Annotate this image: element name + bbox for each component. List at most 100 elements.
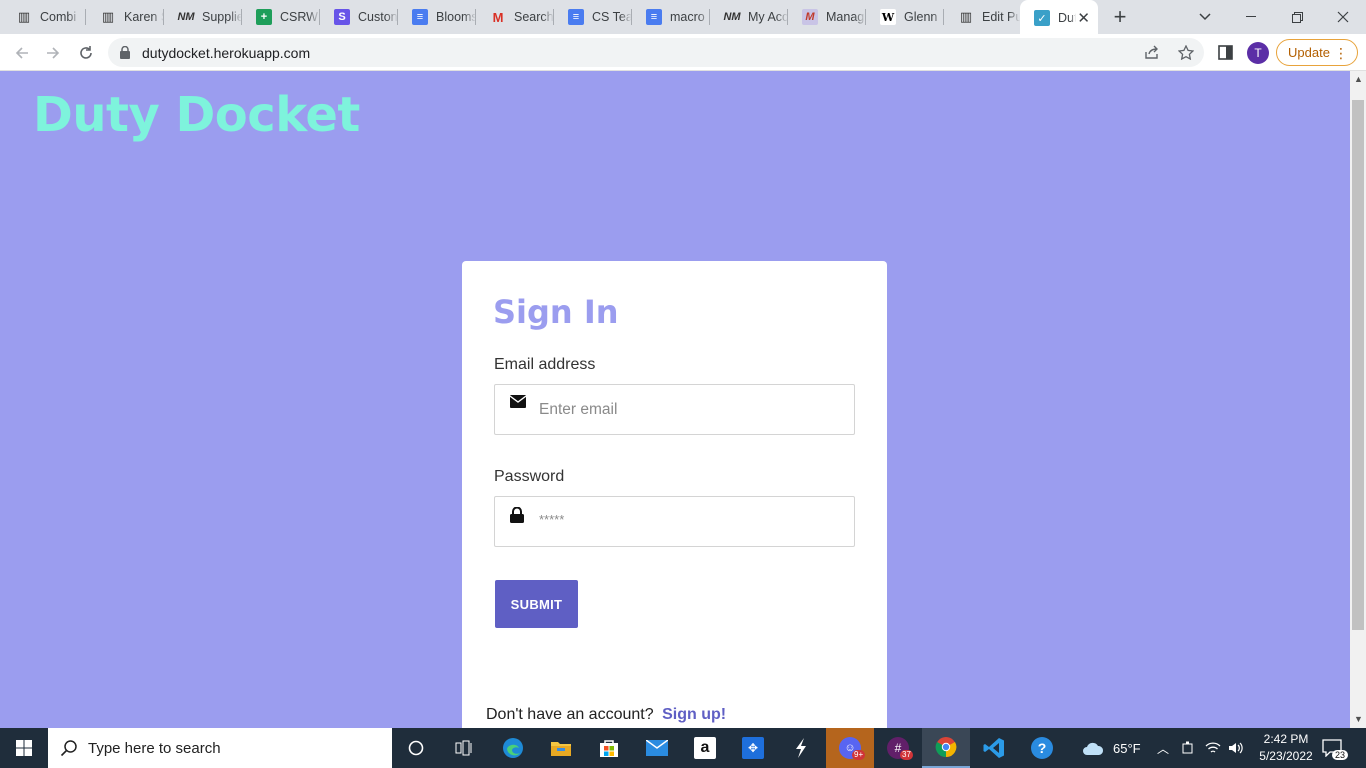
scroll-up-icon[interactable]: ▲: [1354, 74, 1363, 84]
forward-button[interactable]: [40, 40, 66, 66]
lock-icon: [120, 46, 130, 59]
signup-prompt: Don't have an account? Sign up!: [486, 706, 726, 724]
app-bolt-icon[interactable]: [777, 728, 825, 768]
close-tab-icon[interactable]: ✕: [1077, 9, 1090, 27]
dropbox-icon[interactable]: ✥: [729, 728, 777, 768]
browser-tab[interactable]: NM Supplie: [164, 0, 242, 34]
weather-temp: 65°F: [1113, 740, 1141, 756]
slack-icon[interactable]: # 37: [874, 728, 922, 768]
browser-tab[interactable]: + CSRW: [242, 0, 320, 34]
restore-button[interactable]: [1274, 0, 1320, 34]
browser-tab[interactable]: M Search: [476, 0, 554, 34]
task-view-icon[interactable]: [440, 728, 488, 768]
nm-icon: NM: [723, 11, 741, 23]
file-explorer-icon[interactable]: [537, 728, 585, 768]
lock-icon: [510, 506, 524, 528]
piano-icon: ▥: [17, 9, 31, 24]
url-text: dutydocket.herokuapp.com: [142, 45, 311, 61]
docs-icon: ≡: [646, 9, 662, 25]
mail-icon[interactable]: [633, 728, 681, 768]
notification-center-button[interactable]: 23: [1322, 728, 1349, 768]
start-button[interactable]: [0, 728, 48, 768]
browser-tab[interactable]: ▥ Karen S: [86, 0, 164, 34]
discord-badge: 9+: [852, 750, 866, 760]
volume-icon[interactable]: [1228, 728, 1244, 768]
signin-title: Sign In: [493, 293, 619, 331]
browser-tab[interactable]: M Manag: [788, 0, 866, 34]
signup-prompt-text: Don't have an account?: [486, 706, 654, 723]
browser-tab[interactable]: ≡ macro: [632, 0, 710, 34]
cortana-icon[interactable]: [392, 728, 440, 768]
close-icon: [1337, 11, 1349, 23]
docs-icon: ≡: [568, 9, 584, 25]
password-placeholder: *****: [539, 512, 565, 527]
password-field[interactable]: *****: [494, 496, 855, 547]
discord-icon[interactable]: ☺ 9+: [826, 728, 874, 768]
page-scrollbar[interactable]: ▲ ▼: [1350, 71, 1366, 728]
reload-icon: [80, 46, 92, 59]
edge-icon[interactable]: [489, 728, 537, 768]
windows-logo-icon: [16, 740, 32, 756]
clock-time: 2:42 PM: [1263, 732, 1309, 746]
tab-strip: ▥ Combi ▥ Karen S NM Supplie + CSRW S Cu…: [0, 0, 1366, 36]
notification-count: 23: [1332, 750, 1349, 760]
browser-tab[interactable]: ≡ CS Tea: [554, 0, 632, 34]
duty-docket-icon: ✓: [1034, 10, 1050, 26]
share-icon[interactable]: [1144, 45, 1160, 60]
battery-icon[interactable]: [1181, 728, 1195, 768]
amazon-icon[interactable]: a: [681, 728, 729, 768]
browser-tab-active[interactable]: ✓ Dut ✕: [1020, 0, 1098, 36]
system-clock[interactable]: 2:42 PM 5/23/2022: [1256, 731, 1316, 765]
microsoft-store-icon[interactable]: [585, 728, 633, 768]
wifi-icon[interactable]: [1205, 728, 1221, 768]
email-label: Email address: [494, 356, 596, 373]
s-icon: S: [334, 9, 350, 25]
scroll-thumb[interactable]: [1352, 100, 1364, 630]
chrome-icon[interactable]: [922, 728, 970, 768]
taskbar-search[interactable]: Type here to search: [48, 728, 392, 768]
email-placeholder: Enter email: [539, 401, 618, 418]
browser-tab[interactable]: ▥ Combi: [2, 0, 86, 34]
submit-button[interactable]: SUBMIT: [495, 580, 578, 628]
wikipedia-icon: W: [880, 9, 896, 25]
scroll-down-icon[interactable]: ▼: [1354, 714, 1363, 724]
signin-card: Sign In Email address Enter email Passwo…: [462, 261, 887, 728]
password-label: Password: [494, 468, 565, 485]
address-bar[interactable]: dutydocket.herokuapp.com: [108, 38, 1204, 67]
email-field[interactable]: Enter email: [494, 384, 855, 435]
restore-icon: [1291, 11, 1303, 23]
arrow-right-icon: [47, 47, 60, 59]
minimize-button[interactable]: [1228, 0, 1274, 34]
taskbar-search-placeholder: Type here to search: [88, 740, 221, 757]
update-label: Update: [1288, 45, 1330, 60]
search-icon: [60, 740, 77, 757]
side-panel-icon[interactable]: [1218, 45, 1233, 60]
back-button[interactable]: [9, 40, 35, 66]
help-icon[interactable]: ?: [1018, 728, 1066, 768]
weather-widget[interactable]: 65°F: [1082, 728, 1141, 768]
browser-tab[interactable]: ≡ Blooms: [398, 0, 476, 34]
gmail-icon: M: [492, 9, 504, 25]
envelope-icon: [509, 395, 527, 413]
m-icon: M: [802, 9, 818, 25]
profile-avatar[interactable]: T: [1247, 42, 1269, 64]
tray-overflow-icon[interactable]: ︿: [1157, 728, 1169, 768]
browser-tab[interactable]: S Custon: [320, 0, 398, 34]
bookmark-star-icon[interactable]: [1178, 45, 1194, 60]
browser-tab[interactable]: ▥ Edit Pu: [944, 0, 1020, 34]
tab-search-button[interactable]: [1182, 0, 1228, 34]
signup-link[interactable]: Sign up!: [662, 706, 726, 723]
browser-tab[interactable]: W Glenn: [866, 0, 944, 34]
update-button[interactable]: Update ⋮: [1276, 39, 1358, 66]
brand-logo[interactable]: Duty Docket: [33, 87, 360, 143]
piano-icon: ▥: [959, 9, 973, 24]
slack-badge: 37: [900, 750, 913, 760]
vscode-icon[interactable]: [970, 728, 1018, 768]
new-tab-button[interactable]: +: [1108, 4, 1132, 30]
chevron-down-icon: [1199, 13, 1211, 21]
reload-button[interactable]: [73, 40, 99, 66]
close-window-button[interactable]: [1320, 0, 1366, 34]
clock-date: 5/23/2022: [1259, 749, 1313, 763]
browser-toolbar: dutydocket.herokuapp.com T Update ⋮: [0, 34, 1366, 71]
browser-tab[interactable]: NM My Acc: [710, 0, 788, 34]
